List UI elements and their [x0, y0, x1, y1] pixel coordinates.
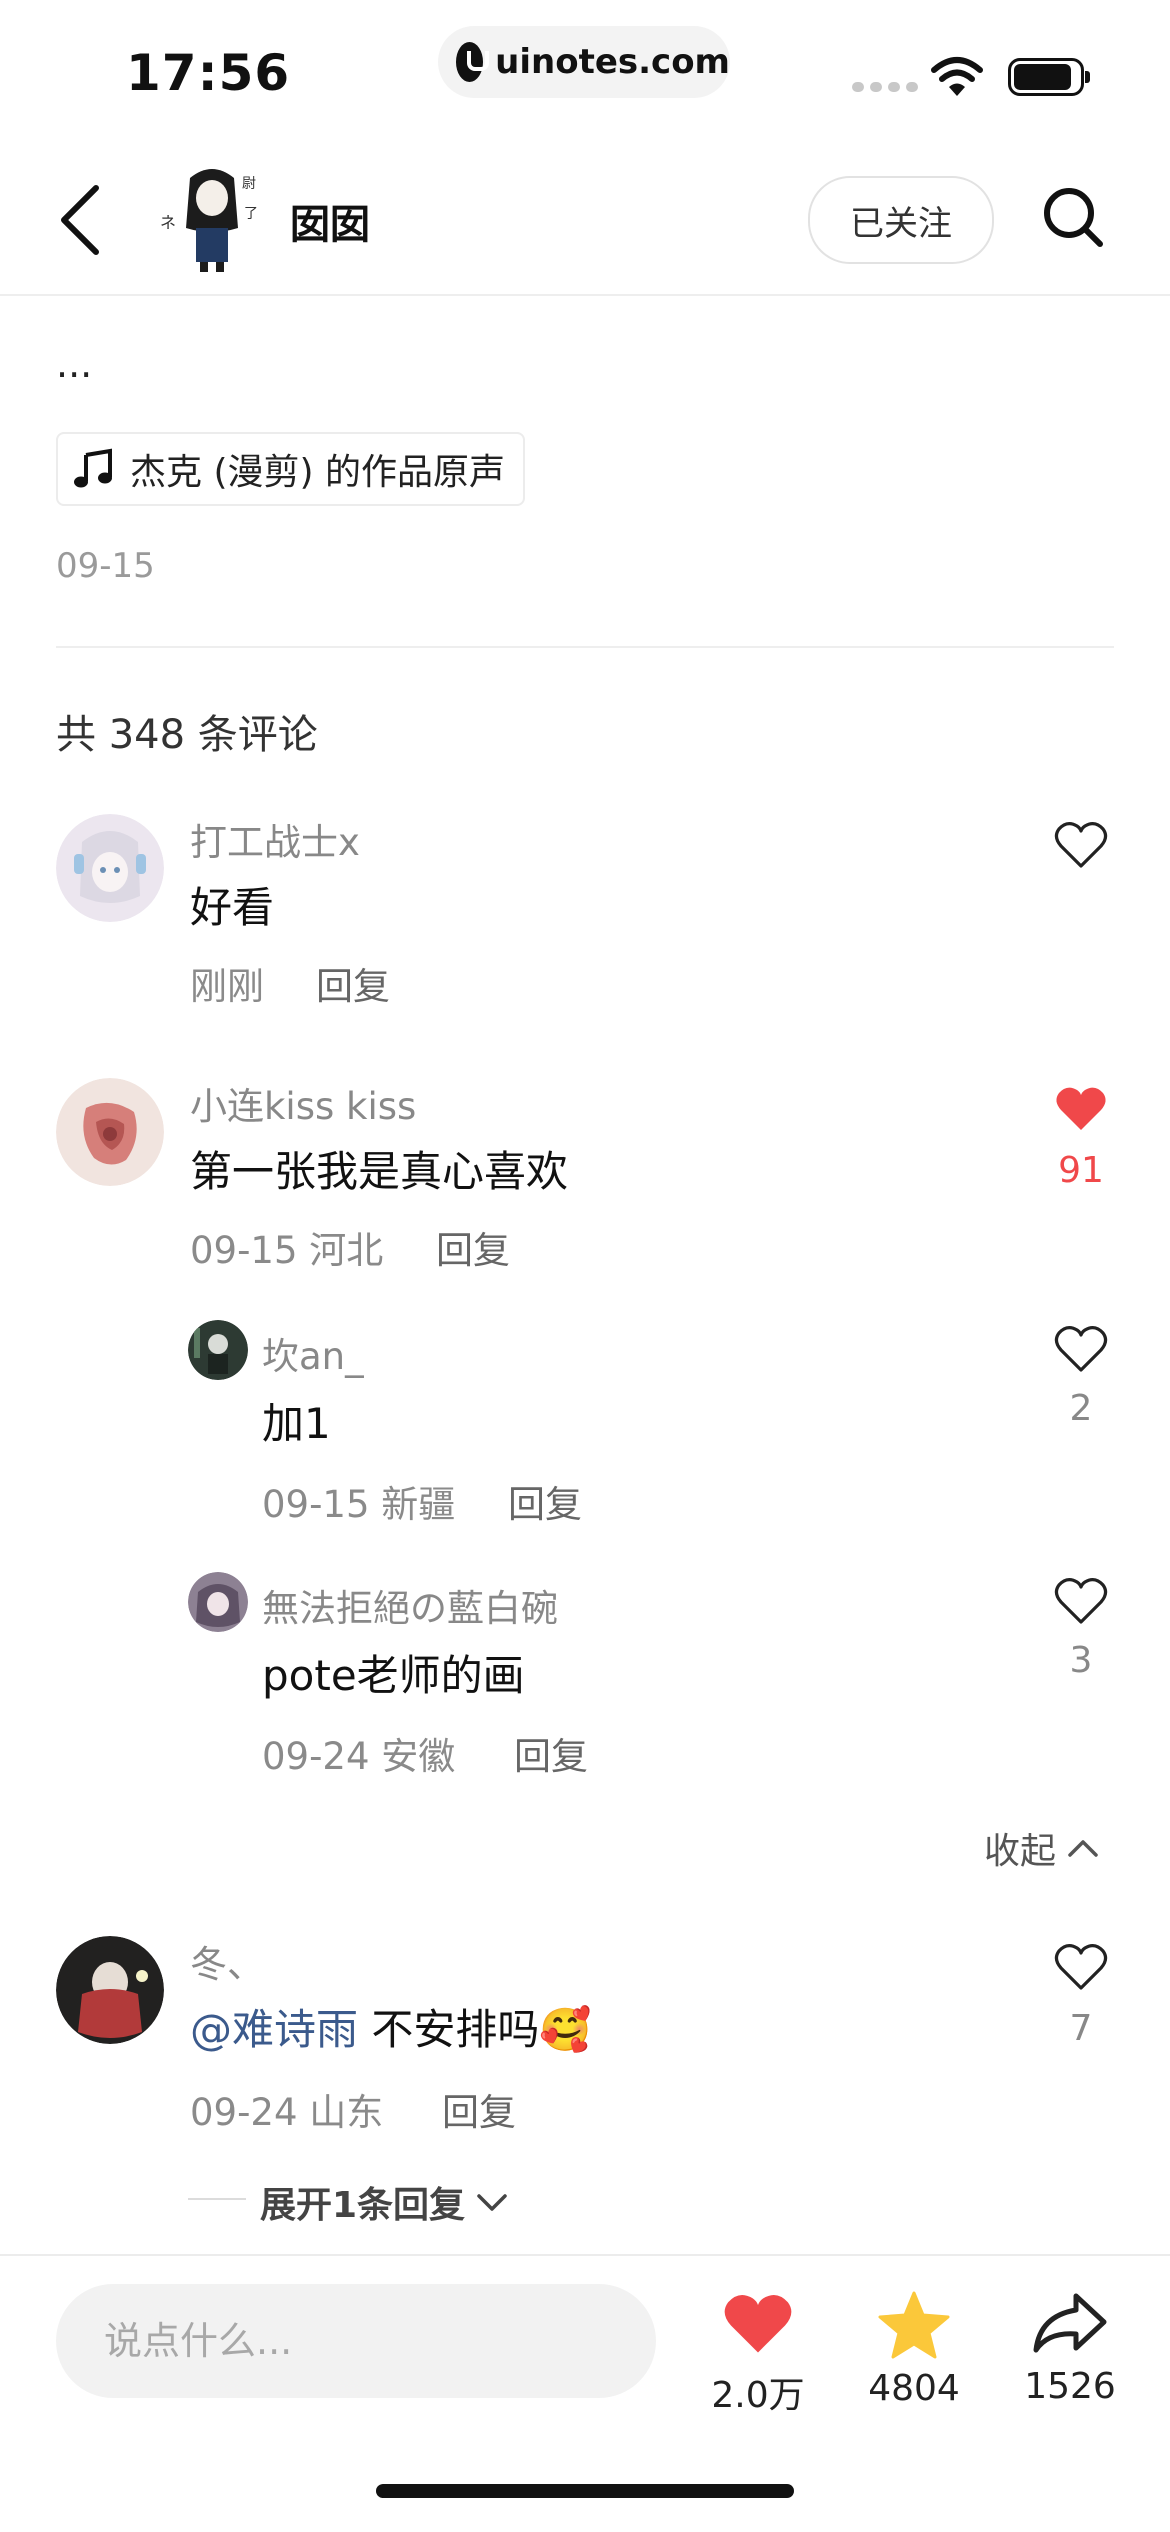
- collapse-label: 收起: [984, 1831, 1057, 1872]
- like-button[interactable]: 2.0万: [678, 2290, 838, 2418]
- author-avatar[interactable]: ネ 尉 了: [156, 158, 268, 274]
- share-arrow-icon: [1033, 2293, 1107, 2353]
- status-time: 17:56: [126, 44, 291, 102]
- search-icon[interactable]: [1040, 184, 1106, 250]
- home-indicator[interactable]: [376, 2484, 794, 2498]
- share-button[interactable]: 1526: [990, 2290, 1150, 2407]
- comment-text: 第一张我是真心喜欢: [190, 1147, 569, 1196]
- reply-author[interactable]: 坎an_: [262, 1326, 364, 1380]
- heart-outline-icon[interactable]: [1053, 1942, 1109, 1992]
- like-count: 7: [1069, 2008, 1093, 2049]
- header-divider: [0, 294, 1170, 296]
- collapse-replies-button[interactable]: 收起: [984, 1822, 1100, 1874]
- wifi-icon: [931, 57, 983, 96]
- comment-text: 好看: [190, 883, 275, 932]
- reply-button[interactable]: 回复: [508, 1474, 582, 1528]
- reply-button[interactable]: 回复: [514, 1726, 588, 1780]
- reply-time-location: 09-24 安徽: [262, 1735, 456, 1778]
- comment-text: @难诗雨 不安排吗🥰: [190, 1996, 592, 2057]
- avatar[interactable]: [188, 1572, 248, 1632]
- heart-outline-icon[interactable]: [1053, 1576, 1109, 1626]
- reply-time-location: 09-15 新疆: [262, 1483, 456, 1526]
- music-tag[interactable]: 杰克 (漫剪) 的作品原声: [56, 432, 525, 506]
- comment-count: 共 348 条评论: [56, 712, 318, 758]
- avatar[interactable]: [56, 1078, 164, 1186]
- smiling-hearts-emoji: 🥰: [539, 2005, 592, 2054]
- heart-filled-icon: [724, 2294, 792, 2353]
- comment-time: 刚刚: [190, 965, 264, 1008]
- reply-button[interactable]: 回复: [436, 1220, 510, 1274]
- post-text: ...: [56, 342, 93, 386]
- body-divider: [56, 646, 1114, 648]
- svg-text:了: 了: [244, 206, 258, 222]
- favorite-button[interactable]: 4804: [834, 2290, 994, 2409]
- reply-author[interactable]: 無法拒絕の藍白碗: [262, 1578, 558, 1632]
- url-pill[interactable]: uinotes.com: [438, 26, 730, 98]
- like-count: 3: [1069, 1640, 1093, 1681]
- comment-body: 不安排吗: [358, 2005, 540, 2054]
- like-count: 2: [1069, 1388, 1093, 1429]
- reply-text: 加1: [262, 1399, 331, 1448]
- url-text: uinotes.com: [495, 42, 730, 82]
- star-filled-icon: [878, 2291, 950, 2359]
- chevron-up-icon: [1068, 1840, 1098, 1857]
- expand-replies-button[interactable]: 展开1条回复: [260, 2176, 509, 2228]
- expand-label: 展开1条回复: [260, 2185, 466, 2226]
- heart-filled-icon[interactable]: [1053, 1084, 1109, 1134]
- comment-author[interactable]: 小连kiss kiss: [190, 1076, 416, 1130]
- heart-outline-icon[interactable]: [1053, 1324, 1109, 1374]
- reply-button[interactable]: 回复: [442, 2082, 516, 2136]
- mention-link[interactable]: @难诗雨: [190, 2005, 358, 2054]
- comment-author[interactable]: 冬、: [190, 1934, 264, 1988]
- music-note-icon: [74, 448, 112, 488]
- favorite-count: 4804: [868, 2368, 960, 2409]
- heart-outline-icon[interactable]: [1053, 820, 1109, 870]
- like-count: 91: [1058, 1150, 1104, 1191]
- back-arrow-icon[interactable]: [50, 180, 110, 260]
- comment-time-location: 09-15 河北: [190, 1229, 384, 1272]
- share-count: 1526: [1024, 2366, 1116, 2407]
- avatar[interactable]: [56, 1936, 164, 2044]
- expand-divider: [188, 2198, 246, 2200]
- author-name[interactable]: 囡囡: [290, 192, 370, 250]
- reply-text: pote老师的画: [262, 1651, 525, 1700]
- avatar[interactable]: [56, 814, 164, 922]
- cellular-signal-icon: [852, 82, 918, 92]
- music-title: 杰克 (漫剪) 的作品原声: [130, 452, 505, 493]
- chevron-down-icon: [477, 2194, 507, 2211]
- comment-author[interactable]: 打工战士x: [190, 812, 360, 866]
- avatar[interactable]: [188, 1320, 248, 1380]
- reply-button[interactable]: 回复: [316, 956, 390, 1010]
- bottom-bar-divider: [0, 2254, 1170, 2256]
- comment-input[interactable]: [56, 2284, 656, 2398]
- like-count: 2.0万: [711, 2375, 805, 2416]
- svg-text:ネ: ネ: [160, 213, 176, 232]
- battery-icon: [1008, 58, 1090, 96]
- uinotes-logo-icon: [456, 42, 490, 82]
- post-date: 09-15: [56, 546, 155, 586]
- svg-text:尉: 尉: [242, 176, 256, 192]
- follow-button[interactable]: 已关注: [808, 176, 994, 264]
- comment-time-location: 09-24 山东: [190, 2091, 384, 2134]
